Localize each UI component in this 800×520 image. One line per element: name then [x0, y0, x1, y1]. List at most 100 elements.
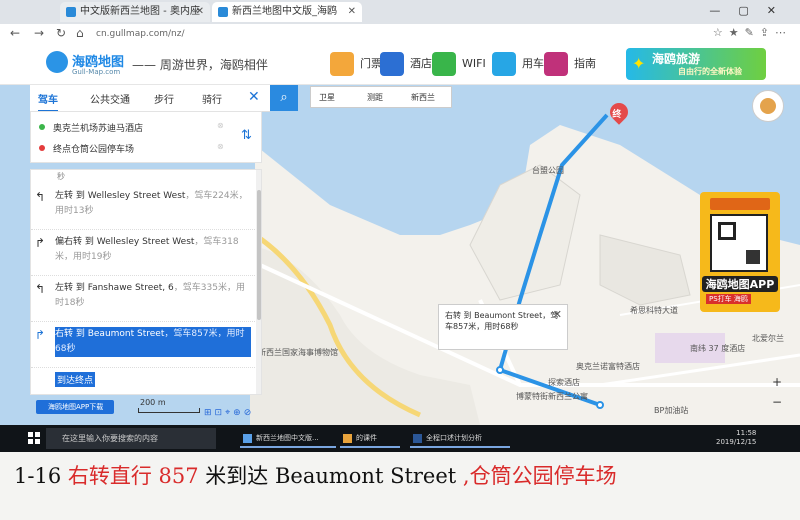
origin-text: 奥克兰机场苏迪马酒店 [53, 124, 144, 134]
scale-line [138, 408, 200, 413]
zoom-out-button[interactable]: − [766, 392, 788, 412]
refresh-icon[interactable]: ↻ [56, 26, 66, 40]
step-text: 左转 到 Fanshawe Street, 6，驾车335米，用时18秒 [55, 281, 251, 311]
tab-walk[interactable]: 步行 [154, 91, 174, 106]
favicon-icon [66, 7, 76, 17]
ticket-icon [330, 52, 354, 76]
tab-drive[interactable]: 驾车 [38, 91, 58, 112]
scrollbar[interactable] [256, 170, 261, 394]
browser-tab[interactable]: 中文版新西兰地图 - 奥内座 ✕ [60, 2, 210, 22]
seagull-logo-icon [46, 51, 68, 73]
service-tickets[interactable]: 门票 [330, 52, 382, 76]
arrive-link[interactable]: 到达终点 [55, 372, 96, 387]
word-icon [413, 434, 422, 443]
zoom-in-button[interactable]: + [766, 372, 788, 392]
car-icon [492, 52, 516, 76]
close-icon[interactable]: ✕ [248, 89, 260, 105]
clear-icon[interactable]: ⊗ [217, 121, 224, 130]
route-step[interactable]: ↰ 左转 到 Fanshawe Street, 6，驾车335米，用时18秒 [31, 276, 257, 322]
tab-title: 中文版新西兰地图 - 奥内座 [80, 6, 200, 17]
map-label: 新西兰国家海事博物馆 [258, 348, 338, 357]
taskbar-app[interactable]: 新西兰地图中文版... [240, 429, 336, 448]
turn-right-icon: ↱ [35, 328, 46, 342]
service-guide[interactable]: 指南 [544, 52, 596, 76]
map-tool-icons[interactable]: ⊞⊡⌖⊕⊘ [204, 408, 304, 422]
origin-field[interactable]: 奥克兰机场苏迪马酒店 ⊗ [39, 121, 224, 134]
back-icon[interactable]: ← [10, 26, 20, 40]
search-icon: ⌕ [280, 90, 288, 105]
origin-destination-box: 奥克兰机场苏迪马酒店 ⊗ 终点仓筒公园停车场 ⊗ ⇅ [30, 111, 262, 163]
route-step[interactable]: ↰ 左转 到 Wellesley Street West，驾车224米，用时13… [31, 184, 257, 230]
swap-icon[interactable]: ⇅ [241, 128, 252, 143]
scale-bar: 200 m [138, 398, 200, 413]
service-label: 门票 [360, 57, 382, 70]
layer-region[interactable]: 新西兰 [411, 92, 435, 103]
route-steps-list: 秒 ↰ 左转 到 Wellesley Street West，驾车224米，用时… [30, 169, 262, 395]
tab-bike[interactable]: 骑行 [202, 91, 222, 106]
travel-mode-tabs: 驾车 公共交通 步行 骑行 ✕ [30, 85, 270, 112]
folder-icon [343, 434, 352, 443]
windows-start-icon[interactable] [28, 432, 40, 444]
site-logo[interactable]: 海鸥地图 Gull-Map.com [46, 49, 124, 79]
tab-title: 新西兰地图中文版_海鸥 [232, 6, 337, 17]
map-label: 南纬 37 度酒店 [690, 344, 746, 353]
app-download-badge[interactable]: 海鸥地图APP下载 [36, 400, 114, 414]
taskbar: 在这里输入你要搜索的内容 新西兰地图中文版... 的课件 全程口述计划分析 11… [0, 425, 800, 452]
route-node [596, 401, 604, 409]
promo-banner[interactable]: ✦ 海鸥旅游 自由行的全新体验 [626, 48, 766, 80]
hotel-icon [380, 52, 404, 76]
forward-icon[interactable]: → [34, 26, 44, 40]
route-step-highlighted[interactable]: ↱ 右转 到 Beaumont Street，驾车857米，用时68秒 [31, 322, 257, 368]
logo-domain: Gull-Map.com [72, 68, 121, 76]
zoom-controls: + − [766, 372, 788, 412]
taskbar-app[interactable]: 全程口述计划分析 [410, 429, 510, 448]
taskbar-search-input[interactable]: 在这里输入你要搜索的内容 [46, 428, 216, 449]
qr-code-icon [710, 214, 768, 272]
site-header: 海鸥地图 Gull-Map.com —— 周游世界，海鸥相伴 门票 酒店 WIF… [0, 44, 800, 85]
service-wifi[interactable]: WIFI [432, 52, 486, 76]
destination-field[interactable]: 终点仓筒公园停车场 ⊗ [39, 142, 224, 155]
map-label: 台盟公园 [532, 166, 564, 175]
close-icon[interactable]: ✕ [196, 2, 204, 22]
home-icon[interactable]: ⌂ [76, 26, 84, 40]
layer-measure[interactable]: 测距 [367, 92, 383, 103]
url-field[interactable]: cn.gullmap.com/nz/ [96, 27, 596, 41]
browser-tab-active[interactable]: 新西兰地图中文版_海鸥 ✕ [212, 2, 362, 22]
system-clock[interactable]: 11:58 2019/12/15 [716, 429, 756, 447]
popup-text: 右转 到 Beaumont Street，驾车857米，用时68秒 [445, 311, 559, 331]
close-icon[interactable]: ✕ [553, 309, 562, 320]
close-icon[interactable]: ✕ [348, 2, 356, 22]
step-action: 右转 到 Beaumont Street [55, 329, 165, 339]
map-label: 博蒙特街新西兰公寓 [516, 392, 588, 401]
slogan: —— 周游世界，海鸥相伴 [132, 58, 268, 72]
service-hotel[interactable]: 酒店 [380, 52, 432, 76]
caption-destination: ,仓筒公园停车场 [456, 464, 617, 488]
toolbar-icons[interactable]: ☆★✎⇪⋯ [713, 26, 792, 39]
browser-icon [243, 434, 252, 443]
service-label: 用车 [522, 57, 544, 70]
map-label: BP加油站 [654, 406, 689, 415]
star-icon: ✦ [632, 54, 646, 73]
tab-transit[interactable]: 公共交通 [90, 91, 130, 106]
taskbar-app[interactable]: 的课件 [340, 429, 400, 448]
scrollbar-thumb[interactable] [257, 190, 261, 320]
destination-text: 终点仓筒公园停车场 [53, 145, 135, 155]
wifi-icon [432, 52, 456, 76]
step-action: 左转 到 Fanshawe Street, 6 [55, 283, 174, 293]
mascot-avatar-icon[interactable] [752, 90, 784, 122]
route-step[interactable]: ↱ 偏右转 到 Wellesley Street West，驾车318米，用时1… [31, 230, 257, 276]
app-qr-ad[interactable]: 海鸥地图APP PS打车 海鸥 [700, 192, 780, 312]
window-controls[interactable]: —▢✕ [709, 4, 794, 17]
origin-dot-icon [39, 124, 45, 130]
service-car[interactable]: 用车 [492, 52, 544, 76]
destination-dot-icon [39, 145, 45, 151]
layer-satellite[interactable]: 卫星 [319, 92, 335, 103]
clear-icon[interactable]: ⊗ [217, 142, 224, 151]
scale-label: 200 m [140, 398, 166, 407]
step-text: 左转 到 Wellesley Street West，驾车224米，用时13秒 [55, 189, 251, 219]
slide-caption: 1-16 右转直行 857 米到达 Beaumont Street ,仓筒公园停… [14, 461, 794, 491]
ad-header [710, 198, 770, 210]
layer-selector[interactable]: 卫星 测距 新西兰 [310, 86, 452, 108]
service-label: 指南 [574, 57, 596, 70]
search-button[interactable]: ⌕ [270, 85, 298, 111]
